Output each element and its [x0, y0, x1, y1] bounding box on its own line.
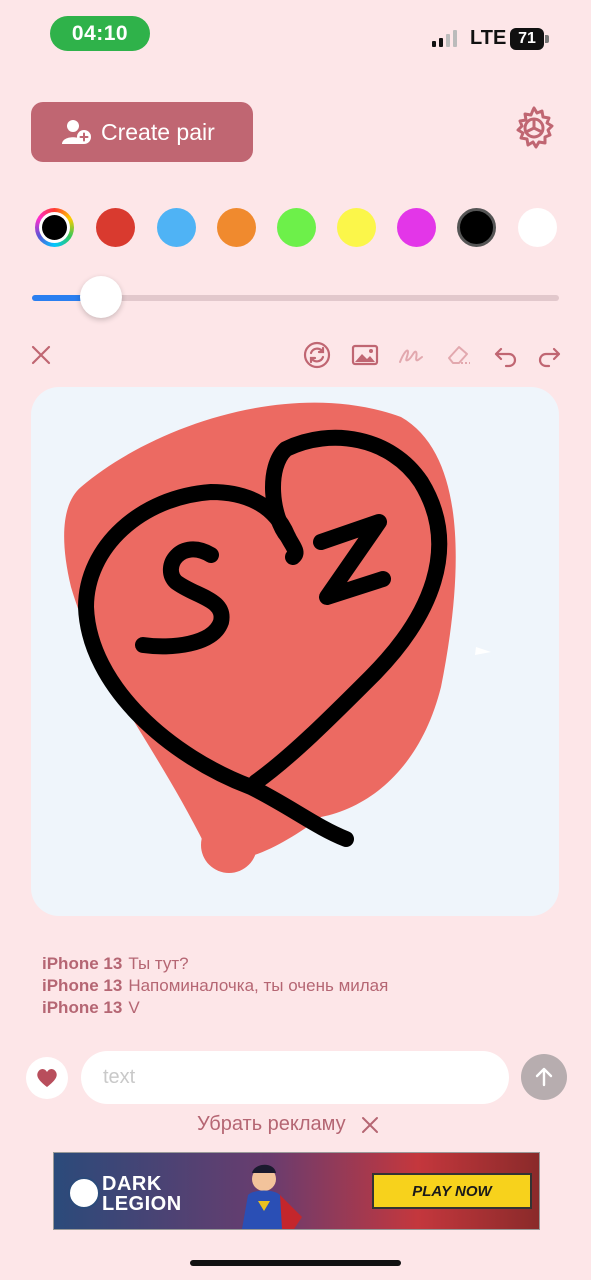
message-sender: iPhone 13: [42, 954, 123, 973]
drawing-artwork: [64, 402, 491, 873]
heart-icon: [37, 1069, 57, 1087]
color-swatch-picker[interactable]: [35, 208, 74, 247]
heart-knot-stroke: [280, 529, 304, 565]
play-now-button[interactable]: PLAY NOW: [372, 1173, 532, 1209]
add-user-icon: [62, 120, 91, 144]
sync-icon[interactable]: [302, 340, 332, 370]
color-swatch-magenta[interactable]: [397, 208, 436, 247]
ad-banner[interactable]: DARK LEGION PLAY NOW: [53, 1152, 540, 1230]
message-item: iPhone 13 Ты тут?: [42, 953, 388, 975]
eraser-icon[interactable]: [443, 340, 473, 370]
battery-icon: 71: [510, 28, 544, 50]
white-specks: [475, 647, 491, 655]
color-swatch-orange[interactable]: [217, 208, 256, 247]
color-swatch-red[interactable]: [96, 208, 135, 247]
color-swatch-black[interactable]: [457, 208, 496, 247]
cellular-signal-icon: [432, 30, 457, 47]
image-icon[interactable]: [350, 340, 380, 370]
message-text: Напоминалочка, ты очень милая: [128, 976, 389, 995]
redo-icon[interactable]: [534, 340, 564, 370]
undo-icon[interactable]: [491, 340, 521, 370]
ad-brand-line1: DARK: [102, 1173, 162, 1195]
status-time: 04:10: [50, 16, 150, 51]
message-list: iPhone 13 Ты тут? iPhone 13 Напоминалочка,…: [42, 953, 388, 1019]
color-swatch-blue[interactable]: [157, 208, 196, 247]
network-type: LTE: [470, 27, 507, 49]
create-pair-button[interactable]: Create pair: [31, 102, 253, 162]
message-text: V: [128, 998, 140, 1017]
color-swatch-yellow[interactable]: [337, 208, 376, 247]
close-icon[interactable]: [26, 340, 56, 370]
gear-icon[interactable]: [510, 104, 558, 152]
home-indicator: [190, 1260, 401, 1266]
ad-fine-print: [372, 1209, 528, 1218]
message-text: Ты тут?: [128, 954, 189, 973]
message-input[interactable]: [81, 1051, 509, 1104]
ad-brand: DARK LEGION: [90, 1174, 182, 1214]
send-button[interactable]: [521, 1054, 567, 1100]
draw-icon[interactable]: [396, 340, 426, 370]
color-swatch-green[interactable]: [277, 208, 316, 247]
battery-tip: [545, 35, 549, 43]
create-pair-label: Create pair: [101, 118, 215, 145]
message-item: iPhone 13 Напоминалочка, ты очень милая: [42, 975, 388, 997]
remove-ads-label: Убрать рекламу: [197, 1113, 346, 1135]
brush-size-thumb[interactable]: [80, 276, 122, 318]
remove-ads-link[interactable]: Убрать рекламу: [197, 1113, 380, 1136]
hero-illustration: [242, 1164, 302, 1229]
close-icon[interactable]: [360, 1115, 380, 1135]
ad-brand-line2: LEGION: [102, 1193, 182, 1215]
like-button[interactable]: [26, 1057, 68, 1099]
message-sender: iPhone 13: [42, 998, 123, 1017]
drawing-canvas[interactable]: [31, 387, 559, 916]
color-swatch-white[interactable]: [518, 208, 557, 247]
message-sender: iPhone 13: [42, 976, 123, 995]
message-item: iPhone 13 V: [42, 997, 388, 1019]
arrow-up-icon: [535, 1067, 553, 1087]
